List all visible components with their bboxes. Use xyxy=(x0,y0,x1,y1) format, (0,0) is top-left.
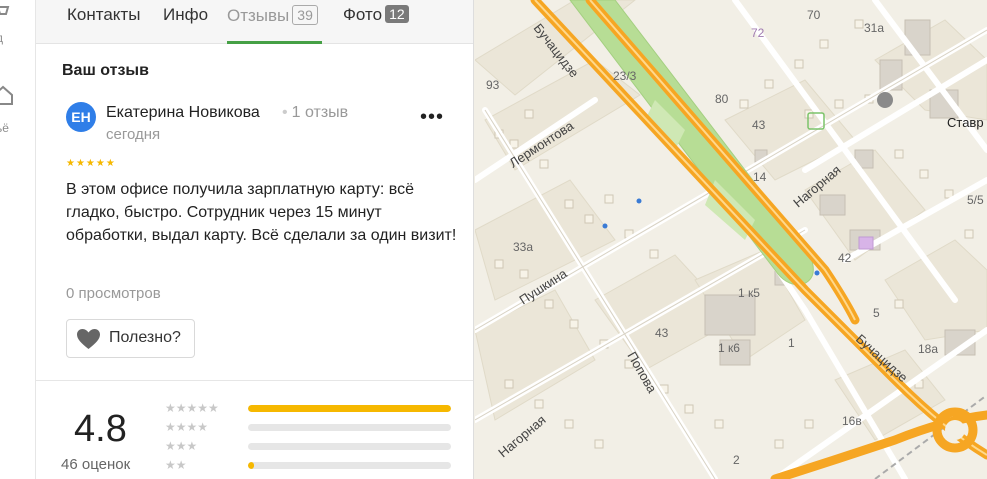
avatar[interactable]: ЕН xyxy=(66,102,96,132)
photo-count-badge: 12 xyxy=(385,5,409,23)
tab-contacts[interactable]: Контакты xyxy=(67,5,140,25)
rating-count: 46 оценок xyxy=(61,456,131,473)
svg-text:5: 5 xyxy=(873,306,880,320)
histogram-bar-3 xyxy=(248,443,451,450)
rating-value: 4.8 xyxy=(74,408,127,450)
svg-text:43: 43 xyxy=(752,118,766,132)
histogram-bar-5 xyxy=(248,405,451,412)
svg-text:Ставр: Ставр xyxy=(947,115,984,130)
histogram-bar-fill-5 xyxy=(248,405,451,412)
svg-text:18а: 18а xyxy=(918,342,938,356)
svg-text:93: 93 xyxy=(486,78,500,92)
tab-info[interactable]: Инфо xyxy=(163,5,208,25)
histogram-bar-4 xyxy=(248,424,451,431)
svg-text:1 к6: 1 к6 xyxy=(718,341,740,355)
svg-text:1: 1 xyxy=(788,336,795,350)
histogram-stars-2: ★★ xyxy=(165,458,187,472)
review-date: сегодня xyxy=(106,126,161,143)
author-review-count: • 1 отзыв xyxy=(282,104,349,121)
useful-button[interactable]: Полезно? xyxy=(66,319,195,358)
more-options-icon[interactable]: ••• xyxy=(420,106,444,129)
section-title: Ваш отзыв xyxy=(62,62,149,79)
histogram-stars-5: ★★★★★ xyxy=(165,401,219,415)
svg-text:80: 80 xyxy=(715,92,729,106)
map-canvas[interactable]: 70 72 31а 23/3 93 80 43 14 33а 42 1 к5 1… xyxy=(475,0,987,479)
svg-text:70: 70 xyxy=(807,8,821,22)
map[interactable]: 70 72 31а 23/3 93 80 43 14 33а 42 1 к5 1… xyxy=(475,0,987,479)
home-icon[interactable] xyxy=(0,84,14,106)
views-count: 0 просмотров xyxy=(66,285,161,302)
tab-reviews[interactable]: Отзывы 39 xyxy=(227,5,318,26)
svg-text:23/3: 23/3 xyxy=(613,69,637,83)
review-text: В этом офисе получила зарплатную карту: … xyxy=(66,181,457,244)
svg-text:33а: 33а xyxy=(513,240,533,254)
useful-label: Полезно? xyxy=(109,329,181,346)
review-stars: ★★★★★ xyxy=(66,158,116,169)
histogram-stars-4: ★★★★ xyxy=(165,420,209,434)
svg-text:16в: 16в xyxy=(842,414,862,428)
svg-text:31а: 31а xyxy=(864,21,884,35)
svg-text:43: 43 xyxy=(655,326,669,340)
svg-text:5/5: 5/5 xyxy=(967,193,984,207)
tab-bar: Контакты Инфо Отзывы 39 Фото 12 xyxy=(36,0,473,44)
heart-icon xyxy=(77,329,100,349)
active-tab-indicator xyxy=(227,41,322,44)
tab-reviews-label: Отзывы xyxy=(227,6,290,25)
rail-label-bottom: ьё xyxy=(0,121,9,135)
tab-photo[interactable]: Фото 12 xyxy=(343,5,409,25)
organization-panel: Контакты Инфо Отзывы 39 Фото 12 Ваш отзыв … xyxy=(36,0,474,479)
histogram-bar-fill-2 xyxy=(248,462,255,469)
histogram-bar-2 xyxy=(248,462,451,469)
svg-text:2: 2 xyxy=(733,453,740,467)
svg-text:1 к5: 1 к5 xyxy=(738,286,760,300)
left-rail: д ьё xyxy=(0,0,36,479)
svg-text:42: 42 xyxy=(838,251,852,265)
divider xyxy=(36,380,473,381)
menu-icon[interactable] xyxy=(0,4,14,26)
separator-dot: • xyxy=(282,104,288,121)
svg-text:14: 14 xyxy=(753,170,767,184)
author-name[interactable]: Екатерина Новикова xyxy=(106,104,260,122)
rail-label-top: д xyxy=(0,31,3,45)
reviews-count-badge: 39 xyxy=(292,5,318,25)
svg-text:72: 72 xyxy=(751,26,765,40)
histogram-stars-3: ★★★ xyxy=(165,439,198,453)
tab-photo-label: Фото xyxy=(343,5,383,24)
